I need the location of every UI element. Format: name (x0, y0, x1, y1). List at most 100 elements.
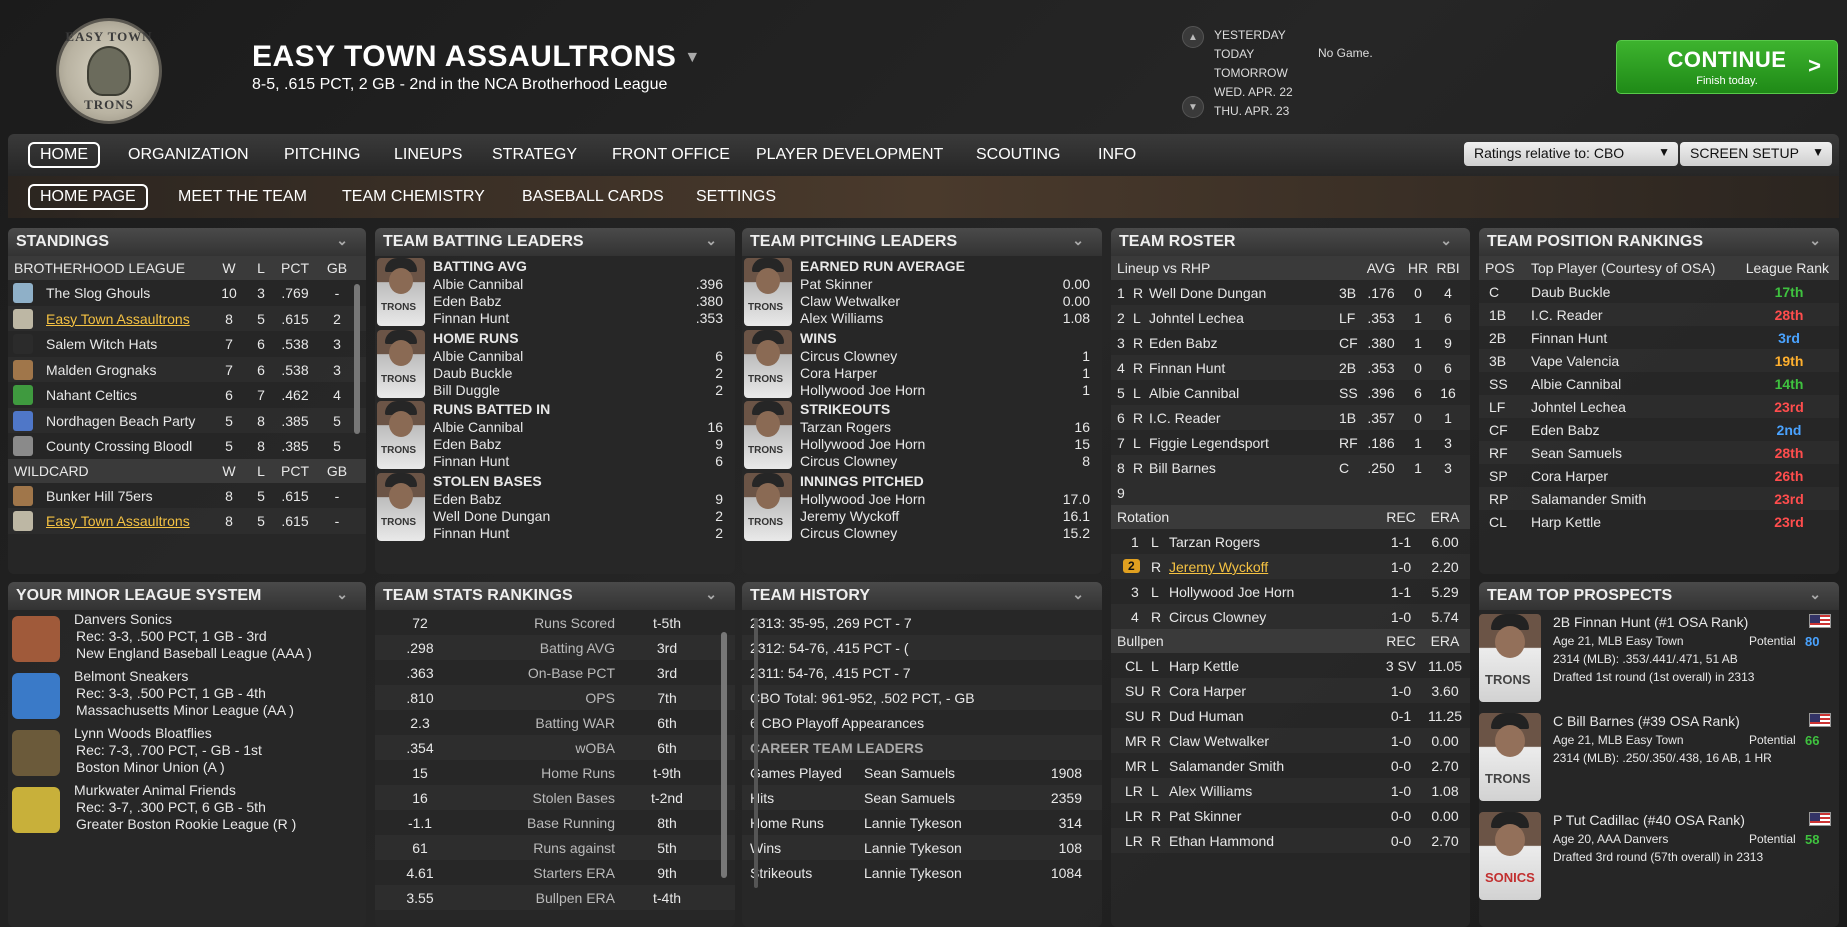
posrank-row[interactable]: RF Sean Samuels 28th (1479, 441, 1839, 464)
standings-row[interactable]: Easy Town Assaultrons 8 5.615- (8, 508, 366, 534)
posrank-row[interactable]: 2B Finnan Hunt 3rd (1479, 326, 1839, 349)
career-leader-row[interactable]: Strikeouts Lannie Tykeson 1084 (742, 860, 1102, 885)
scrollbar[interactable] (721, 632, 727, 878)
team-name[interactable]: Easy Town Assaultrons (46, 311, 212, 327)
team-logo[interactable]: EASY TOWN TRONS (56, 18, 162, 124)
rotation-row[interactable]: 2 R Jeremy Wyckoff 1-0 2.20 (1111, 554, 1470, 579)
rotation-row[interactable]: 1 L Tarzan Rogers 1-1 6.00 (1111, 529, 1470, 554)
leader-name[interactable]: Lannie Tykeson (864, 815, 962, 831)
rotation-row[interactable]: 3 L Hollywood Joe Horn 1-1 5.29 (1111, 579, 1470, 604)
player-name[interactable]: Albie Cannibal (1149, 385, 1239, 401)
player-avatar[interactable]: TRONS (744, 472, 792, 541)
player-name[interactable]: Harp Kettle (1531, 514, 1601, 530)
prospect-name[interactable]: P Tut Cadillac (#40 OSA Rank) (1553, 812, 1745, 828)
prospect-item[interactable]: SONICS P Tut Cadillac (#40 OSA Rank) Age 2… (1479, 808, 1839, 907)
leader-name[interactable]: Finnan Hunt (433, 453, 509, 469)
lineup-row[interactable]: 4 R Finnan Hunt 2B .353 0 6 (1111, 355, 1470, 380)
chevron-down-icon[interactable]: ⌄ (1809, 586, 1821, 603)
player-avatar[interactable]: TRONS (744, 329, 792, 398)
scrollbar[interactable] (354, 284, 360, 434)
player-avatar[interactable]: TRONS (377, 401, 425, 469)
chevron-down-icon[interactable]: ⌄ (336, 586, 348, 603)
bullpen-row[interactable]: CL L Harp Kettle 3 SV 11.05 (1111, 653, 1470, 678)
bullpen-row[interactable]: MR L Salamander Smith 0-0 2.70 (1111, 753, 1470, 778)
leader-name[interactable]: Lannie Tykeson (864, 840, 962, 856)
player-name[interactable]: Johntel Lechea (1531, 399, 1626, 415)
leader-name[interactable]: Finnan Hunt (433, 525, 509, 541)
leader-name[interactable]: Sean Samuels (864, 790, 955, 806)
bullpen-row[interactable]: LR R Pat Skinner 0-0 0.00 (1111, 803, 1470, 828)
leader-name[interactable]: Circus Clowney (800, 525, 897, 541)
leader-name[interactable]: Pat Skinner (800, 276, 872, 292)
posrank-row[interactable]: CL Harp Kettle 23rd (1479, 510, 1839, 533)
standings-row[interactable]: County Crossing Bloodl 5 8.385 5 (8, 433, 366, 459)
scrollbar[interactable] (754, 618, 758, 888)
player-avatar[interactable]: TRONS (744, 258, 792, 326)
lineup-row-empty[interactable]: 9 (1111, 480, 1470, 505)
posrank-row[interactable]: LF Johntel Lechea 23rd (1479, 395, 1839, 418)
leader-name[interactable]: Daub Buckle (433, 365, 512, 381)
nav-scouting[interactable]: SCOUTING (966, 142, 1070, 168)
minor-team-name[interactable]: Belmont Sneakers (74, 668, 188, 684)
leader-name[interactable]: Eden Babz (433, 293, 502, 309)
nav-strategy[interactable]: STRATEGY (482, 142, 587, 168)
day-item[interactable]: WED. APR. 22 (1214, 83, 1293, 102)
leader-name[interactable]: Well Done Dungan (433, 508, 550, 524)
lineup-row[interactable]: 1 R Well Done Dungan 3B .176 0 4 (1111, 280, 1470, 305)
standings-row[interactable]: Malden Grognaks 7 6.538 3 (8, 357, 366, 383)
leader-name[interactable]: Eden Babz (433, 436, 502, 452)
team-name[interactable]: County Crossing Bloodl (46, 438, 212, 454)
standings-row[interactable]: Nahant Celtics 6 7.462 4 (8, 382, 366, 408)
bullpen-row[interactable]: SU R Dud Human 0-1 11.25 (1111, 703, 1470, 728)
day-item[interactable]: YESTERDAY (1214, 26, 1293, 45)
chevron-down-icon[interactable]: ⌄ (705, 232, 717, 249)
chevron-down-icon[interactable]: ⌄ (1072, 586, 1084, 603)
standings-row[interactable]: The Slog Ghouls 10 3.769- (8, 280, 366, 306)
team-name[interactable]: The Slog Ghouls (46, 285, 212, 301)
lineup-row[interactable]: 5 L Albie Cannibal SS .396 6 16 (1111, 380, 1470, 405)
leader-name[interactable]: Circus Clowney (800, 348, 897, 364)
leader-name[interactable]: Eden Babz (433, 491, 502, 507)
player-avatar[interactable]: TRONS (377, 472, 425, 541)
chevron-down-icon[interactable]: ▼ (1182, 96, 1204, 118)
leader-name[interactable]: Tarzan Rogers (800, 419, 891, 435)
team-name[interactable]: Easy Town Assaultrons (46, 513, 212, 529)
leader-name[interactable]: Lannie Tykeson (864, 865, 962, 881)
subnav-baseball-cards[interactable]: BASEBALL CARDS (512, 184, 674, 210)
player-name[interactable]: Bill Barnes (1149, 460, 1216, 476)
bullpen-row[interactable]: SU R Cora Harper 1-0 3.60 (1111, 678, 1470, 703)
rotation-row[interactable]: 4 R Circus Clowney 1-0 5.74 (1111, 604, 1470, 629)
minor-team-name[interactable]: Danvers Sonics (74, 611, 172, 627)
player-avatar[interactable]: TRONS (377, 329, 425, 398)
lineup-title[interactable]: Lineup vs RHP (1117, 260, 1210, 276)
nav-lineups[interactable]: LINEUPS (384, 142, 472, 168)
subnav-team-chemistry[interactable]: TEAM CHEMISTRY (332, 184, 495, 210)
leader-name[interactable]: Sean Samuels (864, 765, 955, 781)
career-leader-row[interactable]: Games Played Sean Samuels 1908 (742, 760, 1102, 785)
chevron-down-icon[interactable]: ⌄ (336, 232, 348, 249)
leader-name[interactable]: Hollywood Joe Horn (800, 382, 925, 398)
leader-name[interactable]: Bill Duggle (433, 382, 500, 398)
prospect-name[interactable]: C Bill Barnes (#39 OSA Rank) (1553, 713, 1740, 729)
standings-row[interactable]: Nordhagen Beach Party 5 8.385 5 (8, 408, 366, 434)
lineup-row[interactable]: 7 L Figgie Legendsport RF .186 1 3 (1111, 430, 1470, 455)
lineup-row[interactable]: 8 R Bill Barnes C .250 1 3 (1111, 455, 1470, 480)
prospect-avatar[interactable]: SONICS (1479, 812, 1541, 900)
pitcher-name[interactable]: Hollywood Joe Horn (1169, 584, 1294, 600)
chevron-down-icon[interactable]: ⌄ (1809, 232, 1821, 249)
nav-front-office[interactable]: FRONT OFFICE (602, 142, 740, 168)
nav-pitching[interactable]: PITCHING (274, 142, 370, 168)
ratings-relative-dropdown[interactable]: Ratings relative to: CBO ▼ (1464, 142, 1678, 166)
leader-name[interactable]: Albie Cannibal (433, 348, 523, 364)
posrank-row[interactable]: SP Cora Harper 26th (1479, 464, 1839, 487)
career-leader-row[interactable]: Wins Lannie Tykeson 108 (742, 835, 1102, 860)
posrank-row[interactable]: SS Albie Cannibal 14th (1479, 372, 1839, 395)
chevron-down-icon[interactable]: ⌄ (1072, 232, 1084, 249)
pitcher-name[interactable]: Cora Harper (1169, 683, 1246, 699)
posrank-row[interactable]: C Daub Buckle 17th (1479, 280, 1839, 303)
player-name[interactable]: Well Done Dungan (1149, 285, 1266, 301)
career-leader-row[interactable]: Hits Sean Samuels 2359 (742, 785, 1102, 810)
nav-home[interactable]: HOME (28, 142, 100, 168)
player-name[interactable]: Finnan Hunt (1531, 330, 1607, 346)
player-name[interactable]: Sean Samuels (1531, 445, 1622, 461)
